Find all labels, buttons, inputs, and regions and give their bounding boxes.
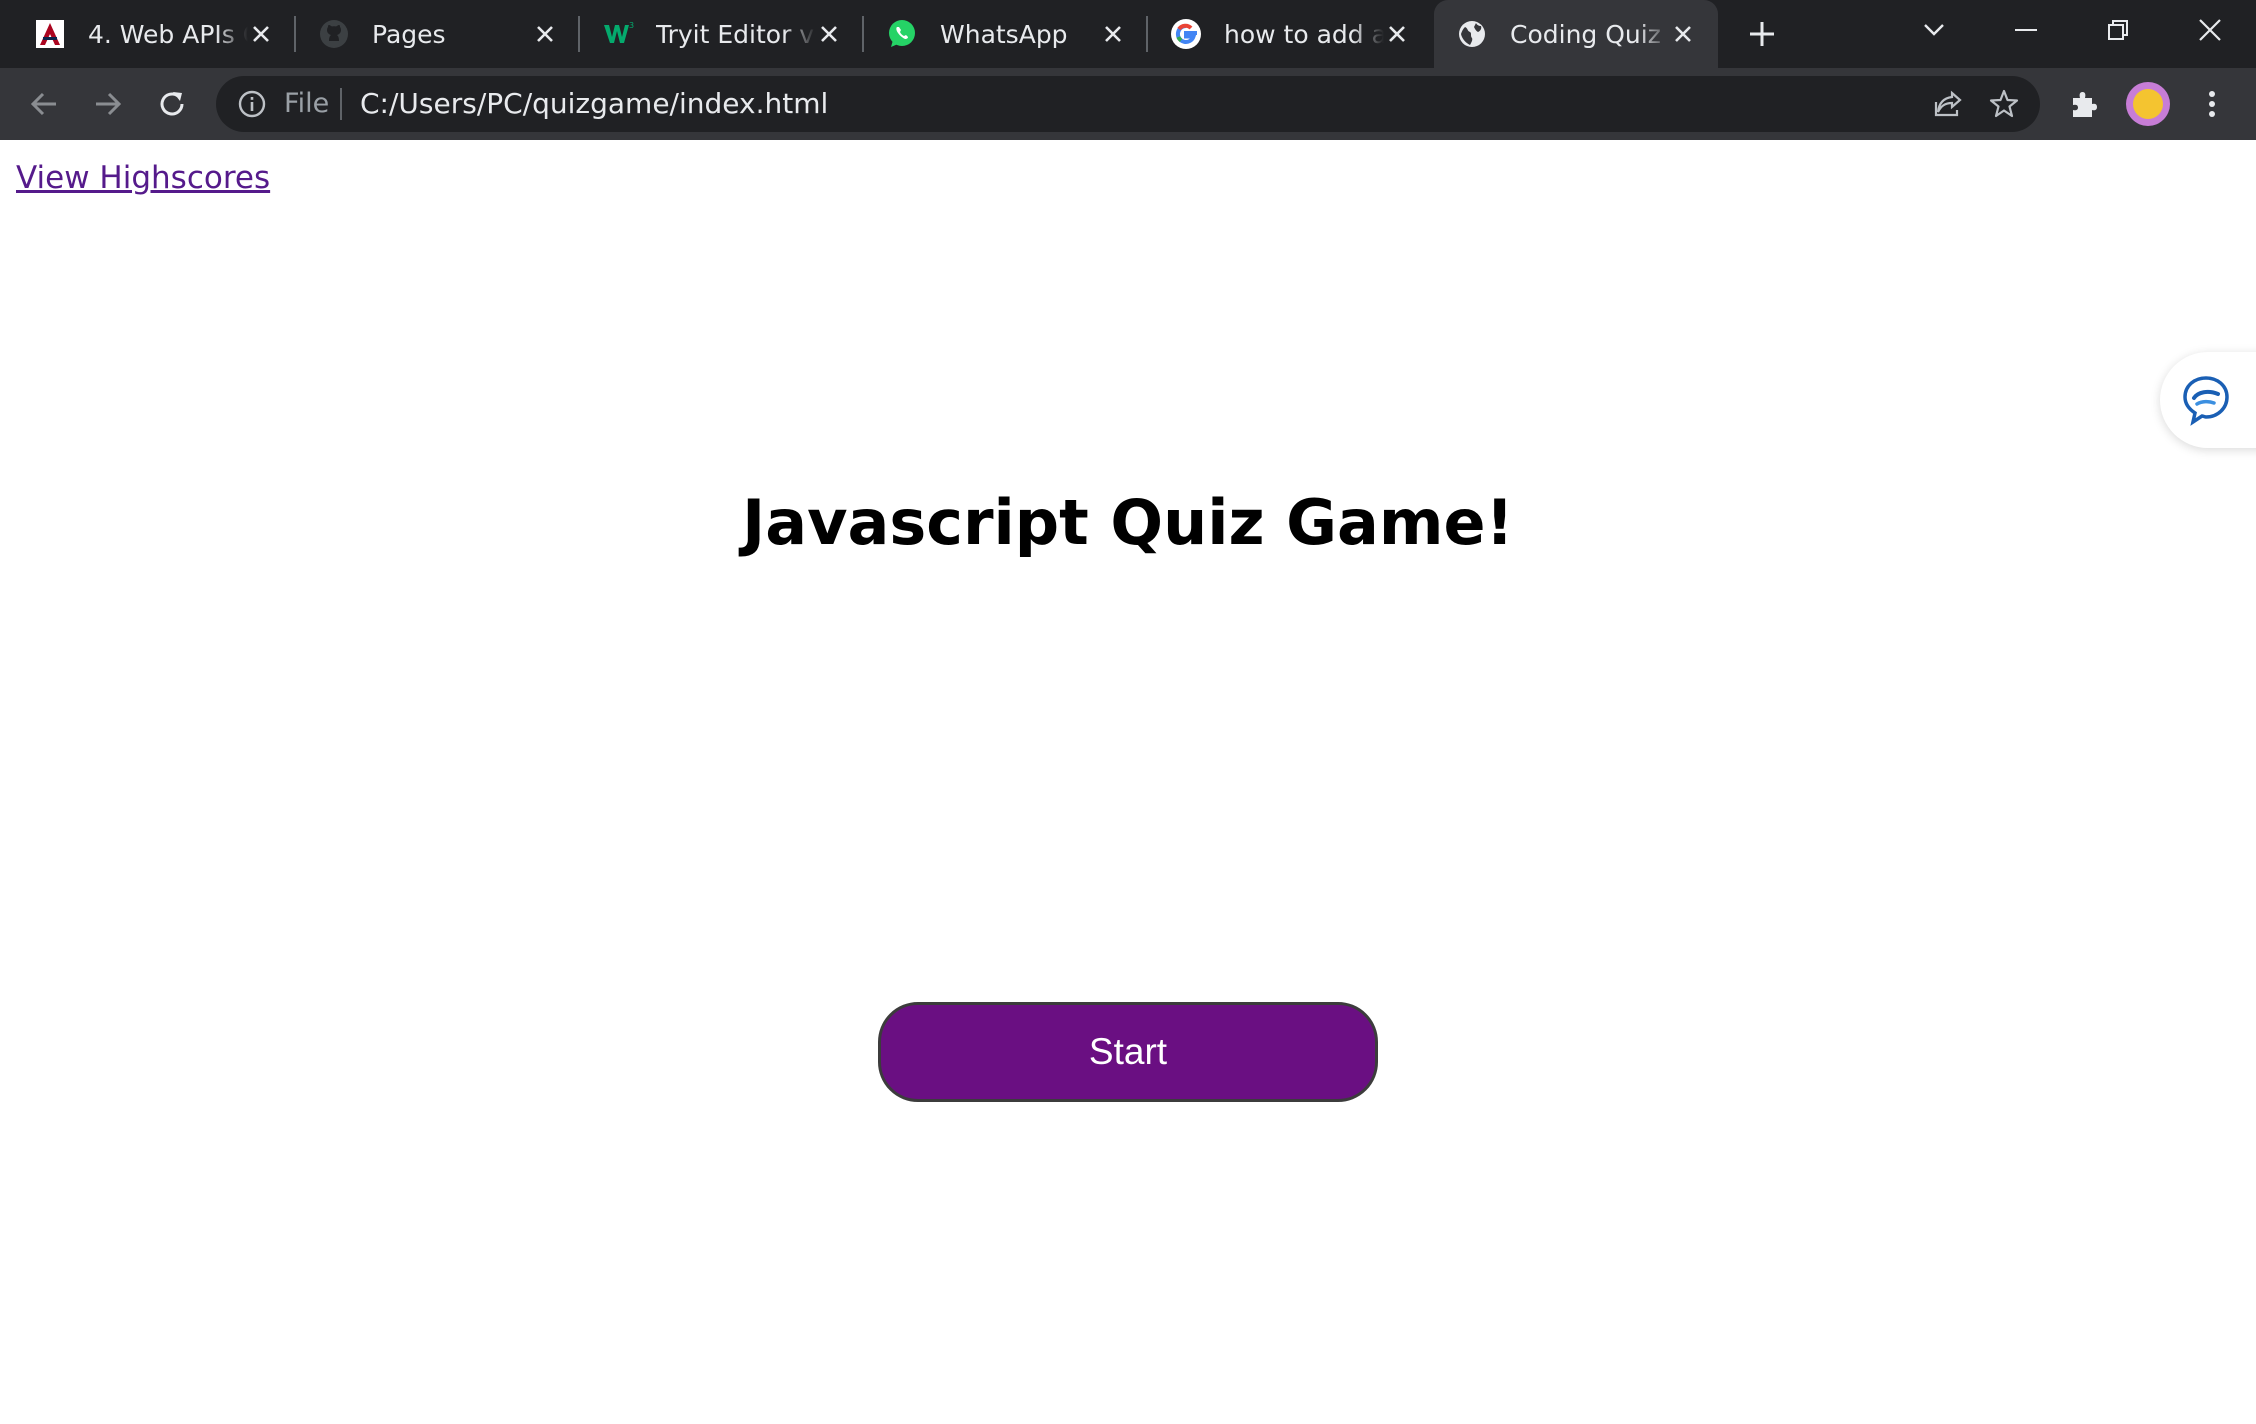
forward-button[interactable]: [88, 84, 128, 124]
tab-tryit-editor[interactable]: 3 Tryit Editor v3.7: [580, 0, 864, 68]
puzzle-piece-icon: [2073, 92, 2097, 117]
whatsapp-icon: [886, 18, 918, 50]
restore-icon: [2108, 20, 2128, 40]
restore-button[interactable]: [2076, 0, 2160, 60]
bookmark-star-icon[interactable]: [1988, 88, 2020, 120]
profile-avatar[interactable]: [2126, 82, 2170, 126]
extensions-button[interactable]: [2064, 84, 2104, 124]
page-title: Javascript Quiz Game!: [742, 486, 1514, 559]
arrow-right-icon: [96, 92, 122, 116]
tab-web-apis[interactable]: 4. Web APIs Challenge: Code Quiz: [12, 0, 296, 68]
chat-bubble-icon: [2183, 376, 2229, 426]
url-text[interactable]: C:/Users/PC/quizgame/index.html: [360, 76, 828, 132]
address-bar[interactable]: File C:/Users/PC/quizgame/index.html: [216, 76, 2040, 132]
close-tab-icon[interactable]: [528, 17, 562, 51]
site-info-icon[interactable]: [236, 88, 268, 120]
browser-toolbar: File C:/Users/PC/quizgame/index.html: [0, 68, 2256, 140]
tab-title: Coding Quiz Game: [1510, 19, 1670, 49]
w3schools-icon: 3: [602, 18, 634, 50]
close-icon: [2199, 19, 2221, 41]
browser-menu-button[interactable]: [2192, 84, 2232, 124]
close-tab-icon[interactable]: [1666, 17, 1700, 51]
tab-whatsapp[interactable]: WhatsApp: [864, 0, 1148, 68]
tab-title: WhatsApp: [940, 19, 1068, 49]
reload-icon: [160, 92, 184, 116]
url-scheme-label: File: [284, 88, 330, 119]
back-button[interactable]: [24, 84, 64, 124]
close-window-button[interactable]: [2168, 0, 2252, 60]
tab-title: 4. Web APIs Challenge: Code Quiz: [88, 19, 248, 49]
tab-strip: 4. Web APIs Challenge: Code Quiz Pages 3…: [0, 0, 2256, 68]
view-highscores-link[interactable]: View Highscores: [16, 160, 270, 196]
arrow-left-icon: [30, 92, 56, 116]
chevron-down-icon: [1924, 24, 1944, 36]
new-tab-button[interactable]: [1742, 14, 1782, 54]
plus-icon: [1750, 22, 1774, 46]
page-content: View Highscores Javascript Quiz Game! St…: [0, 140, 2256, 1424]
tab-coding-quiz[interactable]: Coding Quiz Game: [1434, 0, 1718, 68]
close-tab-icon[interactable]: [1096, 17, 1130, 51]
tab-title: Pages: [372, 19, 446, 49]
tab-title: how to add an: [1224, 19, 1384, 49]
tab-search-button[interactable]: [1892, 0, 1976, 60]
chat-widget[interactable]: [2160, 352, 2256, 448]
avatar-image: [2133, 89, 2163, 119]
arizona-icon: [34, 18, 66, 50]
tab-pages[interactable]: Pages: [296, 0, 580, 68]
github-icon: [318, 18, 350, 50]
tab-google-search[interactable]: how to add an: [1148, 0, 1432, 68]
minimize-icon: [2015, 29, 2037, 31]
share-icon[interactable]: [1932, 88, 1964, 120]
svg-text:3: 3: [629, 21, 634, 30]
close-tab-icon[interactable]: [1380, 17, 1414, 51]
close-tab-icon[interactable]: [812, 17, 846, 51]
omnibox-divider: [340, 88, 342, 120]
minimize-button[interactable]: [1984, 0, 2068, 60]
google-icon: [1170, 18, 1202, 50]
reload-button[interactable]: [152, 84, 192, 124]
kebab-menu-icon: [2209, 91, 2215, 117]
tab-title: Tryit Editor v3.7: [656, 19, 816, 49]
globe-icon: [1456, 18, 1488, 50]
close-tab-icon[interactable]: [244, 17, 278, 51]
start-button[interactable]: Start: [878, 1002, 1378, 1102]
